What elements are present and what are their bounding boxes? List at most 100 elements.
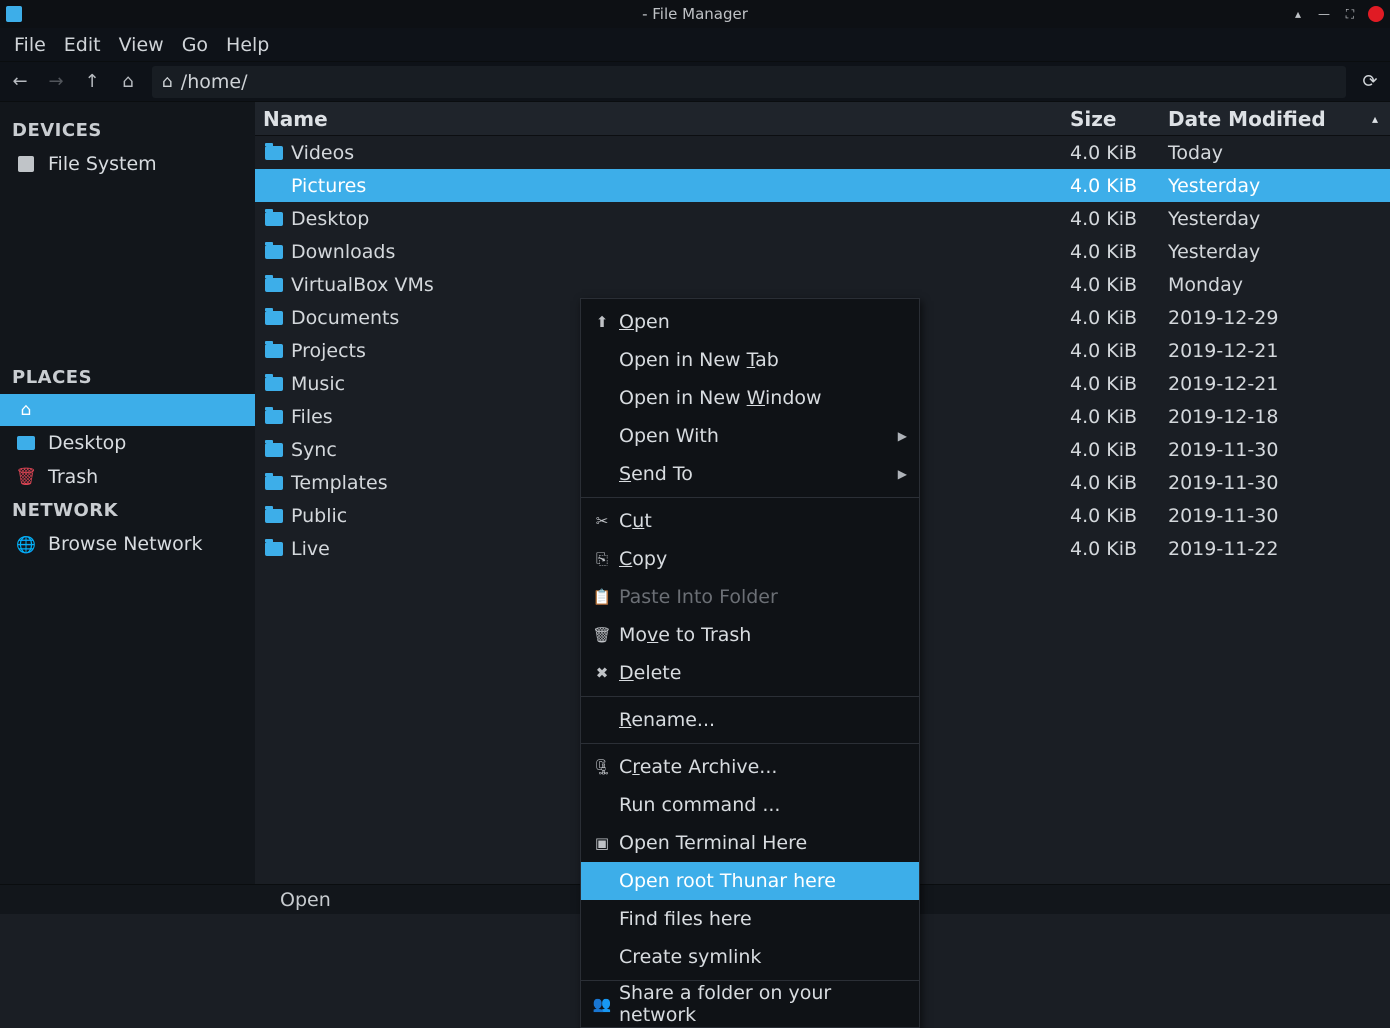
file-date: 2019-11-30 bbox=[1168, 472, 1390, 494]
folder-icon bbox=[263, 144, 285, 162]
toolbar: ← → ↑ ⌂ ⌂ /home/ ⟳ bbox=[0, 62, 1390, 102]
context-menu: ⬆ Open Open in New Tab Open in New Window Op… bbox=[580, 298, 920, 1028]
menu-item-icon: 📋 bbox=[593, 588, 611, 606]
menu-view[interactable]: View bbox=[119, 34, 164, 56]
file-size: 4.0 KiB bbox=[1070, 373, 1168, 395]
menu-item-icon: 🗑 bbox=[593, 626, 611, 644]
context-menu-item[interactable]: 🗑 Move to Trash bbox=[581, 616, 919, 654]
back-button[interactable]: ← bbox=[8, 70, 32, 94]
context-menu-item[interactable]: ✂Cut bbox=[581, 502, 919, 540]
context-menu-item[interactable]: Open root Thunar here bbox=[581, 862, 919, 900]
file-size: 4.0 KiB bbox=[1070, 472, 1168, 494]
context-menu-item[interactable]: Open in New Window bbox=[581, 379, 919, 417]
file-name: Videos bbox=[291, 142, 1070, 164]
sidebar-item-label: File System bbox=[48, 153, 157, 175]
home-button[interactable]: ⌂ bbox=[116, 70, 140, 94]
up-button[interactable]: ↑ bbox=[80, 70, 104, 94]
folder-icon bbox=[263, 177, 285, 195]
sidebar-item-label: Desktop bbox=[48, 432, 126, 454]
sidebar-item-desktop[interactable]: Desktop bbox=[0, 426, 255, 460]
col-date[interactable]: Date Modified ▴ bbox=[1168, 107, 1390, 131]
file-size: 4.0 KiB bbox=[1070, 406, 1168, 428]
folder-icon bbox=[263, 243, 285, 261]
menu-help[interactable]: Help bbox=[226, 34, 269, 56]
folder-icon bbox=[263, 210, 285, 228]
close-button[interactable] bbox=[1368, 6, 1384, 22]
context-menu-item[interactable]: 🗜Create Archive... bbox=[581, 748, 919, 786]
sidebar: DEVICES File System PLACES ⌂ Desktop 🗑 T… bbox=[0, 102, 255, 884]
menu-item-label: Open root Thunar here bbox=[619, 870, 836, 892]
menu-item-icon: ▣ bbox=[593, 834, 611, 852]
file-name: Desktop bbox=[291, 208, 1070, 230]
table-row[interactable]: Pictures4.0 KiBYesterday bbox=[255, 169, 1390, 202]
shade-button[interactable]: ▴ bbox=[1290, 6, 1306, 22]
file-date: 2019-12-18 bbox=[1168, 406, 1390, 428]
separator bbox=[581, 497, 919, 498]
file-size: 4.0 KiB bbox=[1070, 340, 1168, 362]
menu-go[interactable]: Go bbox=[182, 34, 208, 56]
context-menu-item[interactable]: Create symlink bbox=[581, 938, 919, 976]
context-menu-item[interactable]: ⬆ Open bbox=[581, 303, 919, 341]
menu-item-label: Open bbox=[619, 311, 670, 333]
file-name: VirtualBox VMs bbox=[291, 274, 1070, 296]
context-menu-item[interactable]: Find files here bbox=[581, 900, 919, 938]
col-size[interactable]: Size bbox=[1070, 107, 1168, 131]
refresh-button[interactable]: ⟳ bbox=[1358, 71, 1382, 92]
desktop-icon bbox=[16, 433, 36, 453]
file-size: 4.0 KiB bbox=[1070, 439, 1168, 461]
maximize-button[interactable]: ⛶ bbox=[1342, 6, 1358, 22]
context-menu-item[interactable]: 👥Share a folder on your network bbox=[581, 985, 919, 1023]
file-date: 2019-12-21 bbox=[1168, 373, 1390, 395]
col-date-label: Date Modified bbox=[1168, 107, 1326, 131]
file-size: 4.0 KiB bbox=[1070, 505, 1168, 527]
folder-icon bbox=[263, 309, 285, 327]
context-menu-item[interactable]: Send To▶ bbox=[581, 455, 919, 493]
menu-item-label: Create symlink bbox=[619, 946, 761, 968]
sidebar-item-browse-network[interactable]: 🌐 Browse Network bbox=[0, 527, 255, 561]
minimize-button[interactable]: — bbox=[1316, 6, 1332, 22]
context-menu-item[interactable]: ▣ Open Terminal Here bbox=[581, 824, 919, 862]
sidebar-item-home[interactable]: ⌂ bbox=[0, 394, 255, 426]
context-menu-item[interactable]: Run command ... bbox=[581, 786, 919, 824]
menu-item-label: Open in New Window bbox=[619, 387, 822, 409]
app-icon bbox=[6, 6, 22, 22]
menu-item-label: Send To bbox=[619, 463, 693, 485]
file-date: Yesterday bbox=[1168, 175, 1390, 197]
table-row[interactable]: VirtualBox VMs4.0 KiBMonday bbox=[255, 268, 1390, 301]
context-menu-item[interactable]: ✖Delete bbox=[581, 654, 919, 692]
file-size: 4.0 KiB bbox=[1070, 175, 1168, 197]
menu-item-label: Move to Trash bbox=[619, 624, 751, 646]
context-menu-item[interactable]: Open With▶ bbox=[581, 417, 919, 455]
menu-item-label: Cut bbox=[619, 510, 652, 532]
path-bar[interactable]: ⌂ /home/ bbox=[152, 66, 1346, 98]
separator bbox=[581, 696, 919, 697]
context-menu-item[interactable]: Open in New Tab bbox=[581, 341, 919, 379]
places-header: PLACES bbox=[0, 361, 255, 394]
file-size: 4.0 KiB bbox=[1070, 307, 1168, 329]
folder-icon bbox=[263, 375, 285, 393]
sidebar-item-label: Browse Network bbox=[48, 533, 203, 555]
file-date: 2019-11-22 bbox=[1168, 538, 1390, 560]
file-size: 4.0 KiB bbox=[1070, 274, 1168, 296]
menu-edit[interactable]: Edit bbox=[64, 34, 101, 56]
context-menu-item[interactable]: ⎘Copy bbox=[581, 540, 919, 578]
file-date: Monday bbox=[1168, 274, 1390, 296]
context-menu-item[interactable]: Rename... bbox=[581, 701, 919, 739]
menu-item-label: Rename... bbox=[619, 709, 715, 731]
table-row[interactable]: Desktop4.0 KiBYesterday bbox=[255, 202, 1390, 235]
col-name[interactable]: Name bbox=[255, 107, 1070, 131]
folder-icon bbox=[263, 342, 285, 360]
sidebar-item-trash[interactable]: 🗑 Trash bbox=[0, 460, 255, 494]
menu-item-label: Open Terminal Here bbox=[619, 832, 807, 854]
file-size: 4.0 KiB bbox=[1070, 142, 1168, 164]
sidebar-item-filesystem[interactable]: File System bbox=[0, 147, 255, 181]
file-date: 2019-12-21 bbox=[1168, 340, 1390, 362]
separator bbox=[581, 980, 919, 981]
forward-button[interactable]: → bbox=[44, 70, 68, 94]
window-title: - File Manager bbox=[642, 5, 748, 23]
menu-item-icon: ⎘ bbox=[593, 550, 611, 568]
menu-item-icon: ⬆ bbox=[593, 313, 611, 331]
table-row[interactable]: Downloads4.0 KiBYesterday bbox=[255, 235, 1390, 268]
table-row[interactable]: Videos4.0 KiBToday bbox=[255, 136, 1390, 169]
menu-file[interactable]: File bbox=[14, 34, 46, 56]
